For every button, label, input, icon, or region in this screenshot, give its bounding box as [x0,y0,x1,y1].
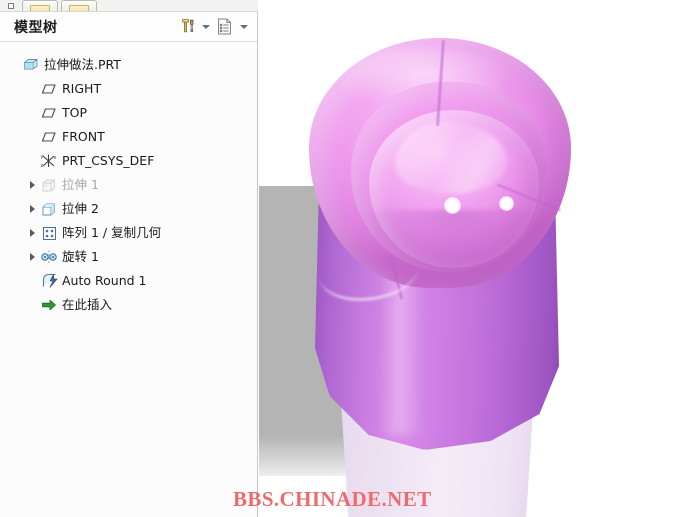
auto-round-icon [39,271,59,291]
tree-item-extrude-2[interactable]: 拉伸 2 [0,197,256,221]
display-list-dropdown[interactable] [237,16,251,38]
expander-icon[interactable] [26,173,39,197]
settings-tools-button[interactable] [176,16,198,38]
tree-item-label: 阵列 1 / 复制几何 [62,224,162,240]
expander-icon [26,149,39,173]
display-list-button[interactable] [214,16,236,38]
expander-icon[interactable] [26,221,39,245]
extrude-icon [39,175,59,195]
expander-icon [26,77,39,101]
page-title: 模型树 [14,19,58,36]
tree-item-coordinate-system[interactable]: y z x PRT_CSYS_DEF [0,149,256,173]
tree-item-label: Auto Round 1 [62,272,147,288]
tree-item-extrude-1[interactable]: 拉伸 1 [0,173,256,197]
top-tab-strip [0,0,258,12]
tree-item-label: RIGHT [62,80,102,96]
coordinate-system-icon: y z x [39,151,59,171]
tree-item-label: 旋转 1 [62,248,99,264]
tree-item-datum-top[interactable]: TOP [0,101,256,125]
tree-item-auto-round-1[interactable]: Auto Round 1 [0,269,256,293]
model-tree-header: 模型树 [0,12,257,42]
part-icon [21,55,41,75]
expander-icon [26,269,39,293]
application-window: 模型树 拉伸做法.PRT RIGHT TOP FRONT y z x PRT_C… [0,0,684,517]
tree-item-part[interactable]: 拉伸做法.PRT [0,53,256,77]
svg-text:x: x [54,155,57,161]
watermark-text: BBS.CHINADE.NET [233,487,432,511]
pattern-icon [39,223,59,243]
expander-icon [26,101,39,125]
folder-icon [30,5,50,11]
document-list-icon [218,18,231,35]
tree-item-revolve-1[interactable]: 旋转 1 [0,245,256,269]
svg-text:y: y [41,154,44,160]
folder-tab-2[interactable] [61,0,97,11]
datum-plane-icon [39,103,59,123]
settings-tools-dropdown[interactable] [199,16,213,38]
tree-item-label: 拉伸 2 [62,200,99,216]
tree-item-datum-right[interactable]: RIGHT [0,77,256,101]
specular-highlight-1 [444,197,461,214]
tree-item-label: 在此插入 [62,296,113,312]
tree-item-pattern-1[interactable]: 阵列 1 / 复制几何 [0,221,256,245]
tree-item-datum-front[interactable]: FRONT [0,125,256,149]
specular-highlight-2 [499,196,514,211]
expander-icon [26,293,39,317]
pin-icon[interactable] [0,0,22,11]
model-tree-panel: 模型树 拉伸做法.PRT RIGHT TOP FRONT y z x PRT_C… [0,12,258,517]
tree-item-label: 拉伸做法.PRT [44,56,121,72]
expander-icon [26,125,39,149]
insert-here-arrow-icon [39,295,59,315]
tree-item-label: PRT_CSYS_DEF [62,152,155,168]
extrude-icon [39,199,59,219]
expander-icon[interactable] [26,245,39,269]
tree-item-insert-here[interactable]: 在此插入 [0,293,256,317]
folder-tab-1[interactable] [22,0,58,11]
svg-text:z: z [41,163,44,169]
revolve-icon [39,247,59,267]
3d-model-viewport[interactable] [259,0,684,517]
tree-item-label: FRONT [62,128,105,144]
model-tree-list[interactable]: 拉伸做法.PRT RIGHT TOP FRONT y z x PRT_CSYS_… [0,43,256,517]
tree-item-label: 拉伸 1 [62,176,99,192]
hammer-screwdriver-icon [181,19,193,33]
model-tree-toolbar [176,16,257,38]
folder-icon [69,5,89,11]
datum-plane-icon [39,127,59,147]
expander-icon [8,53,21,77]
expander-icon[interactable] [26,197,39,221]
datum-plane-icon [39,79,59,99]
tree-item-label: TOP [62,104,88,120]
